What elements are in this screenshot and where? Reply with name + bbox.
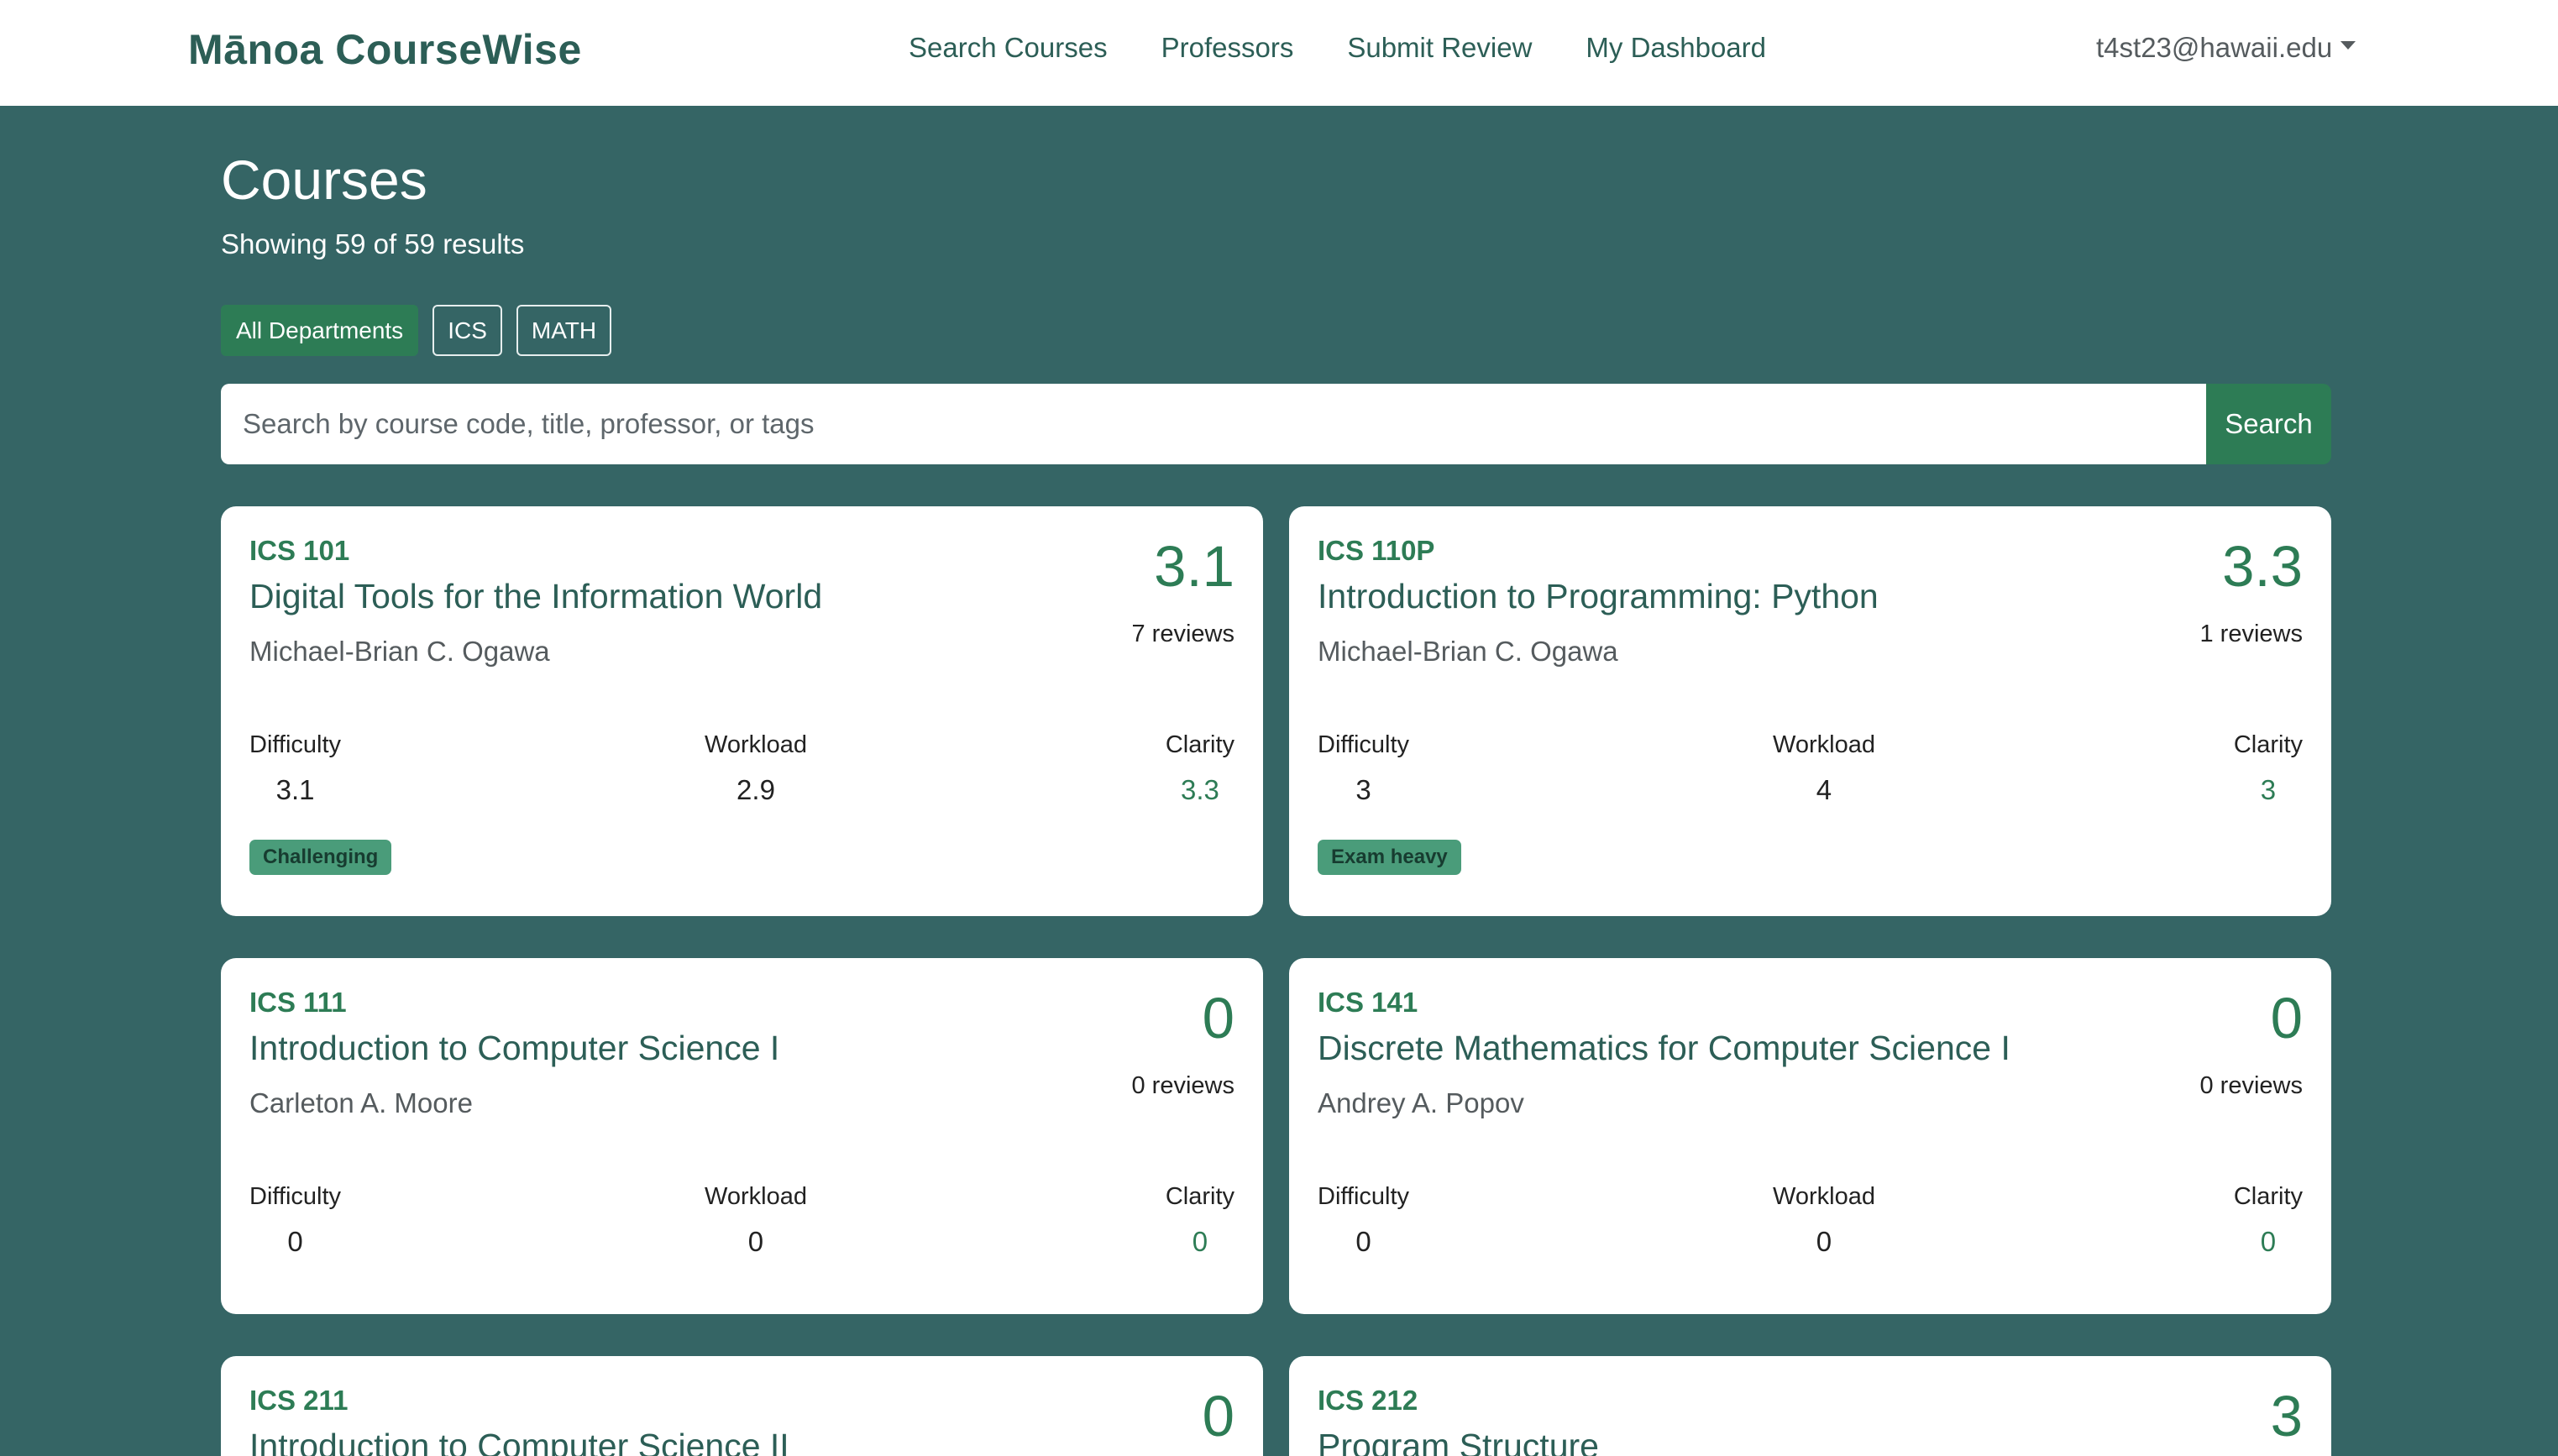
workload-label: Workload	[1773, 1183, 1875, 1210]
overall-rating: 3	[2270, 1384, 2303, 1448]
difficulty-label: Difficulty	[1318, 1183, 1410, 1210]
course-title[interactable]: Introduction to Computer Science II	[249, 1427, 789, 1456]
review-count: 7 reviews	[1131, 621, 1235, 647]
course-tag: Exam heavy	[1318, 840, 1461, 875]
workload-label: Workload	[1773, 731, 1875, 758]
search-bar: Search	[221, 384, 2331, 464]
clarity-label: Clarity	[2233, 731, 2303, 758]
user-menu-dropdown[interactable]: t4st23@hawaii.edu	[2096, 32, 2356, 64]
workload-value: 0	[747, 1226, 764, 1257]
clarity-value: 0	[2260, 1226, 2277, 1257]
course-code: ICS 101	[249, 535, 350, 566]
course-code: ICS 212	[1318, 1385, 1418, 1416]
workload-label: Workload	[705, 731, 807, 758]
nav-submit-review[interactable]: Submit Review	[1347, 32, 1532, 64]
results-count: Showing 59 of 59 results	[221, 228, 525, 259]
nav-links: Search Courses Professors Submit Review …	[909, 32, 1766, 64]
department-filters: All Departments ICS MATH	[221, 305, 612, 356]
course-professor: Carleton A. Moore	[249, 1087, 473, 1118]
difficulty-label: Difficulty	[249, 1183, 342, 1210]
difficulty-value: 0	[287, 1226, 303, 1257]
workload-value: 0	[1816, 1226, 1832, 1257]
page-title: Courses	[221, 149, 427, 211]
course-title[interactable]: Program Structure	[1318, 1427, 1599, 1456]
clarity-label: Clarity	[1165, 731, 1234, 758]
overall-rating: 3.1	[1154, 534, 1234, 599]
course-professor: Michael-Brian C. Ogawa	[1318, 636, 1618, 667]
course-card-ics211[interactable]: ICS 211 Introduction to Computer Science…	[221, 1356, 1263, 1456]
course-card-ics141[interactable]: ICS 141 Discrete Mathematics for Compute…	[1289, 958, 2331, 1314]
review-count: 0 reviews	[1131, 1072, 1235, 1099]
clarity-metric: Clarity 3	[2234, 731, 2303, 806]
difficulty-metric: Difficulty 3	[1318, 731, 1409, 806]
course-title[interactable]: Digital Tools for the Information World	[249, 577, 822, 616]
clarity-value: 0	[1192, 1226, 1208, 1257]
course-card-ics111[interactable]: ICS 111 Introduction to Computer Science…	[221, 958, 1263, 1314]
difficulty-metric: Difficulty 0	[1318, 1183, 1409, 1258]
clarity-label: Clarity	[1165, 1183, 1234, 1210]
course-professor: Michael-Brian C. Ogawa	[249, 636, 550, 667]
workload-label: Workload	[705, 1183, 807, 1210]
difficulty-metric: Difficulty 0	[249, 1183, 341, 1258]
clarity-metric: Clarity 0	[2234, 1183, 2303, 1258]
search-input[interactable]	[221, 384, 2206, 464]
filter-ics[interactable]: ICS	[432, 305, 502, 356]
course-title[interactable]: Discrete Mathematics for Computer Scienc…	[1318, 1029, 2010, 1068]
overall-rating: 0	[1202, 986, 1234, 1050]
filter-math[interactable]: MATH	[516, 305, 612, 356]
workload-metric: Workload 2.9	[705, 731, 807, 806]
course-card-ics110p[interactable]: ICS 110P Introduction to Programming: Py…	[1289, 506, 2331, 916]
nav-my-dashboard[interactable]: My Dashboard	[1586, 32, 1766, 64]
brand-logo[interactable]: Mānoa CourseWise	[188, 25, 582, 74]
workload-metric: Workload 0	[1773, 1183, 1875, 1258]
overall-rating: 3.3	[2222, 534, 2303, 599]
caret-down-icon	[2340, 41, 2356, 50]
search-button[interactable]: Search	[2206, 384, 2331, 464]
clarity-value: 3.3	[1180, 774, 1219, 805]
course-code: ICS 110P	[1318, 535, 1435, 566]
overall-rating: 0	[2270, 986, 2303, 1050]
clarity-metric: Clarity 0	[1166, 1183, 1234, 1258]
review-count: 1 reviews	[2199, 621, 2304, 647]
review-count: 0 reviews	[2199, 1072, 2304, 1099]
user-email: t4st23@hawaii.edu	[2096, 32, 2333, 63]
nav-search-courses[interactable]: Search Courses	[909, 32, 1108, 64]
course-card-ics101[interactable]: ICS 101 Digital Tools for the Informatio…	[221, 506, 1263, 916]
clarity-label: Clarity	[2233, 1183, 2303, 1210]
workload-metric: Workload 4	[1773, 731, 1875, 806]
course-professor: Andrey A. Popov	[1318, 1087, 1524, 1118]
overall-rating: 0	[1202, 1384, 1234, 1448]
difficulty-value: 0	[1355, 1226, 1371, 1257]
course-tag: Challenging	[249, 840, 392, 875]
workload-metric: Workload 0	[705, 1183, 807, 1258]
difficulty-metric: Difficulty 3.1	[249, 731, 341, 806]
workload-value: 4	[1816, 774, 1832, 805]
clarity-value: 3	[2260, 774, 2277, 805]
course-title[interactable]: Introduction to Computer Science I	[249, 1029, 779, 1068]
nav-professors[interactable]: Professors	[1161, 32, 1294, 64]
course-title[interactable]: Introduction to Programming: Python	[1318, 577, 1879, 616]
course-code: ICS 211	[249, 1385, 349, 1416]
top-navbar: Mānoa CourseWise Search Courses Professo…	[0, 0, 2558, 106]
difficulty-value: 3	[1355, 774, 1371, 805]
course-card-ics212[interactable]: ICS 212 Program Structure 3	[1289, 1356, 2331, 1456]
difficulty-label: Difficulty	[1318, 731, 1410, 758]
course-code: ICS 141	[1318, 987, 1418, 1018]
course-code: ICS 111	[249, 987, 347, 1018]
clarity-metric: Clarity 3.3	[1166, 731, 1234, 806]
workload-value: 2.9	[736, 774, 775, 805]
difficulty-label: Difficulty	[249, 731, 342, 758]
difficulty-value: 3.1	[275, 774, 315, 805]
filter-all-departments[interactable]: All Departments	[221, 305, 419, 356]
